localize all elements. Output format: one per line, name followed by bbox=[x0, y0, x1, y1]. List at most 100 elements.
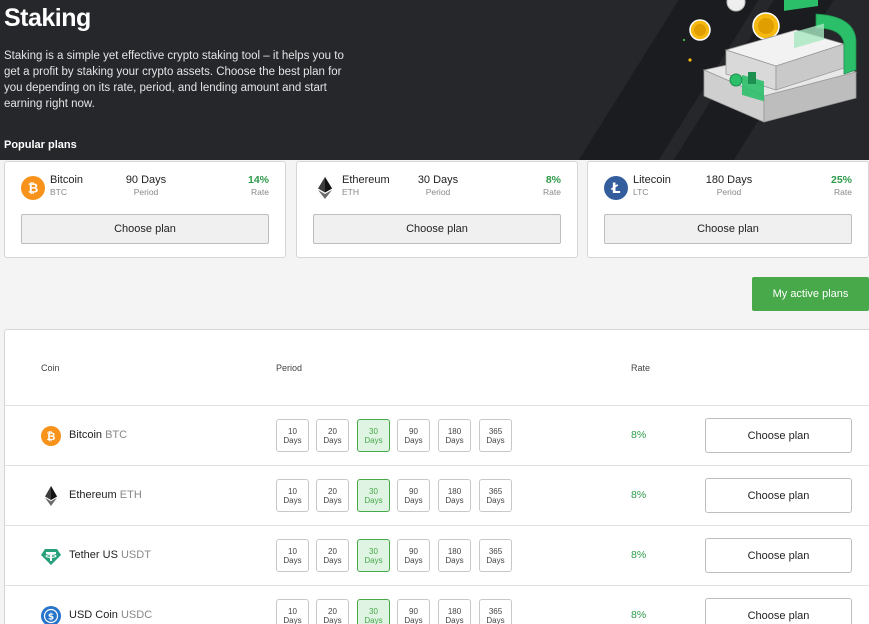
period-number: 180 bbox=[447, 606, 462, 616]
period-number: 90 bbox=[409, 426, 418, 436]
period-option-10-days[interactable]: 10 Days bbox=[276, 539, 309, 572]
period-option-10-days[interactable]: 10 Days bbox=[276, 599, 309, 624]
coin-name-text: Tether US bbox=[69, 549, 118, 561]
coin-symbol: BTC bbox=[105, 429, 128, 441]
period-number: 20 bbox=[328, 486, 337, 496]
period-number: 10 bbox=[288, 546, 297, 556]
table-row: Tether US USDT 10 Days 20 Days 30 Days 90 Days 18… bbox=[5, 525, 869, 585]
period-unit: Days bbox=[445, 435, 464, 445]
period-unit: Days bbox=[283, 615, 302, 624]
period-option-10-days[interactable]: 10 Days bbox=[276, 479, 309, 512]
plan-rate: 14% bbox=[247, 174, 269, 186]
period-number: 20 bbox=[328, 606, 337, 616]
period-option-30-days[interactable]: 30 Days bbox=[357, 539, 390, 572]
period-option-180-days[interactable]: 180 Days bbox=[438, 539, 471, 572]
period-option-365-days[interactable]: 365 Days bbox=[479, 599, 512, 624]
period-option-180-days[interactable]: 180 Days bbox=[438, 419, 471, 452]
coin-symbol: USDC bbox=[120, 609, 153, 621]
my-active-plans-button[interactable]: My active plans bbox=[752, 277, 869, 311]
coin-name: Ethereum ETH bbox=[69, 489, 142, 501]
choose-plan-button[interactable]: Choose plan bbox=[705, 478, 852, 513]
period-unit: Days bbox=[404, 495, 423, 505]
column-header-rate: Rate bbox=[631, 363, 651, 373]
period-number: 30 bbox=[369, 546, 378, 556]
choose-plan-button[interactable]: Choose plan bbox=[313, 214, 561, 244]
period-unit: Days bbox=[283, 435, 302, 445]
staking-plans-table: Coin Period Rate ₿ Bitcoin BTC 10 Days 20 Day… bbox=[4, 329, 869, 624]
table-row: $ USD Coin USDC 10 Days 20 Days 30 Days 90 Days 18… bbox=[5, 585, 869, 624]
period-unit: Days bbox=[404, 435, 423, 445]
coin-name-text: Ethereum bbox=[69, 489, 117, 501]
choose-plan-button[interactable]: Choose plan bbox=[705, 538, 852, 573]
period-option-90-days[interactable]: 90 Days bbox=[397, 539, 430, 572]
plan-rate: 8% bbox=[545, 174, 561, 186]
period-option-90-days[interactable]: 90 Days bbox=[397, 599, 430, 624]
choose-plan-button[interactable]: Choose plan bbox=[705, 598, 852, 624]
period-option-10-days[interactable]: 10 Days bbox=[276, 419, 309, 452]
period-number: 90 bbox=[409, 546, 418, 556]
period-number: 90 bbox=[409, 486, 418, 496]
tether-icon bbox=[41, 546, 61, 566]
plan-rate: 8% bbox=[631, 609, 647, 621]
period-unit: Days bbox=[323, 615, 342, 624]
period-unit: Days bbox=[486, 495, 505, 505]
period-unit: Days bbox=[283, 555, 302, 565]
period-option-180-days[interactable]: 180 Days bbox=[438, 599, 471, 624]
plan-rate-label: Rate bbox=[834, 187, 852, 197]
period-option-30-days[interactable]: 30 Days bbox=[357, 419, 390, 452]
period-option-365-days[interactable]: 365 Days bbox=[479, 539, 512, 572]
plan-rate-label: Rate bbox=[251, 187, 269, 197]
period-unit: Days bbox=[364, 615, 383, 624]
plan-period-label: Period bbox=[133, 187, 159, 197]
period-number: 30 bbox=[369, 606, 378, 616]
period-option-90-days[interactable]: 90 Days bbox=[397, 419, 430, 452]
period-number: 30 bbox=[369, 426, 378, 436]
coin-name: Bitcoin BTC bbox=[69, 429, 127, 441]
period-unit: Days bbox=[445, 615, 464, 624]
choose-plan-button[interactable]: Choose plan bbox=[705, 418, 852, 453]
period-option-20-days[interactable]: 20 Days bbox=[316, 479, 349, 512]
coin-name: Tether US USDT bbox=[69, 549, 151, 561]
plan-period: 30 Days bbox=[417, 174, 459, 186]
table-row: Ethereum ETH 10 Days 20 Days 30 Days 90 Days 180 D… bbox=[5, 465, 869, 525]
usd-coin-icon: $ bbox=[41, 606, 61, 624]
period-option-180-days[interactable]: 180 Days bbox=[438, 479, 471, 512]
period-option-365-days[interactable]: 365 Days bbox=[479, 419, 512, 452]
period-option-90-days[interactable]: 90 Days bbox=[397, 479, 430, 512]
period-number: 90 bbox=[409, 606, 418, 616]
period-unit: Days bbox=[486, 555, 505, 565]
period-option-20-days[interactable]: 20 Days bbox=[316, 539, 349, 572]
period-option-365-days[interactable]: 365 Days bbox=[479, 479, 512, 512]
coin-symbol: USDT bbox=[120, 549, 151, 561]
plan-rate: 8% bbox=[631, 429, 647, 441]
period-number: 365 bbox=[488, 606, 503, 616]
plan-rate: 25% bbox=[830, 174, 852, 186]
period-option-20-days[interactable]: 20 Days bbox=[316, 419, 349, 452]
popular-plan-card-litecoin: Ł Litecoin LTC 180 Days Period 25% Rate … bbox=[587, 161, 869, 258]
period-unit: Days bbox=[364, 435, 383, 445]
period-unit: Days bbox=[323, 435, 342, 445]
period-unit: Days bbox=[486, 435, 505, 445]
staking-illustration bbox=[682, 0, 858, 123]
period-number: 365 bbox=[488, 426, 503, 436]
period-number: 180 bbox=[447, 486, 462, 496]
ethereum-icon bbox=[41, 486, 61, 506]
coin-name-text: USD Coin bbox=[69, 609, 118, 621]
period-unit: Days bbox=[404, 555, 423, 565]
choose-plan-button[interactable]: Choose plan bbox=[604, 214, 852, 244]
coin-name-text: Bitcoin bbox=[69, 429, 103, 441]
period-number: 10 bbox=[288, 486, 297, 496]
table-row: ₿ Bitcoin BTC 10 Days 20 Days 30 Days 90 Days 180 D… bbox=[5, 405, 869, 465]
bitcoin-icon: ₿ bbox=[41, 426, 61, 446]
period-unit: Days bbox=[283, 495, 302, 505]
period-option-30-days[interactable]: 30 Days bbox=[357, 479, 390, 512]
period-option-30-days[interactable]: 30 Days bbox=[357, 599, 390, 624]
svg-text:₿: ₿ bbox=[47, 430, 56, 443]
popular-plan-card-bitcoin: ₿ Bitcoin BTC 90 Days Period 14% Rate Ch… bbox=[4, 161, 286, 258]
period-unit: Days bbox=[486, 615, 505, 624]
choose-plan-button[interactable]: Choose plan bbox=[21, 214, 269, 244]
plan-rate-label: Rate bbox=[543, 187, 561, 197]
plan-period-label: Period bbox=[716, 187, 742, 197]
period-option-20-days[interactable]: 20 Days bbox=[316, 599, 349, 624]
coin-symbol: ETH bbox=[119, 489, 142, 501]
